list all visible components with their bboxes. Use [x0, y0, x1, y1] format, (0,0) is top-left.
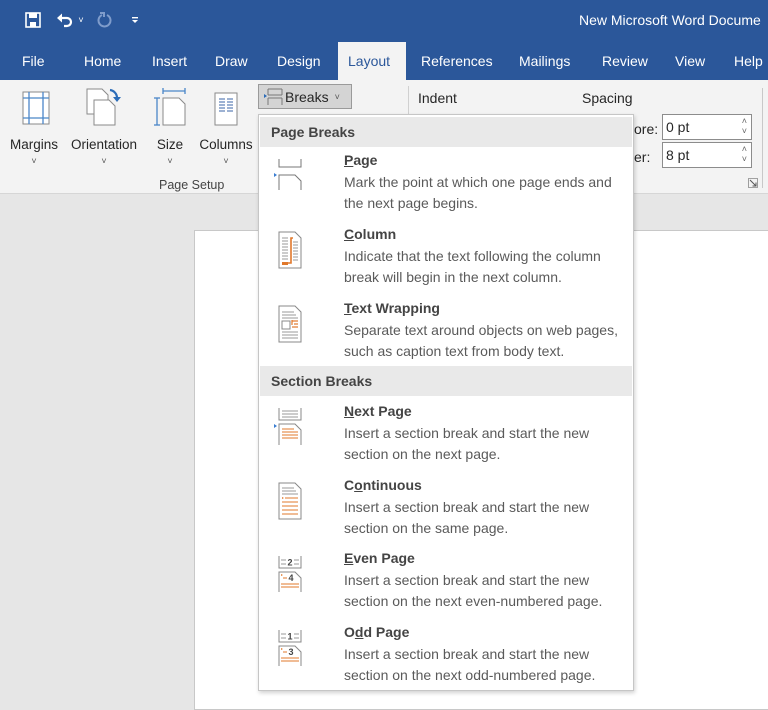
margins-button[interactable]: Margins ˅: [6, 86, 62, 171]
next-page-break-icon: [274, 408, 302, 445]
chevron-down-icon: ˅: [223, 156, 229, 166]
menu-item-even-page-break[interactable]: 2 4 Even Page Insert a section break and…: [260, 548, 632, 621]
menu-item-page-break[interactable]: Page Mark the point at which one page en…: [260, 150, 632, 223]
page-setup-group-label: Page Setup: [159, 178, 225, 192]
orientation-icon: [86, 88, 121, 126]
chevron-down-icon: ˅: [101, 156, 107, 166]
save-icon[interactable]: [22, 10, 44, 30]
tab-layout[interactable]: Layout: [338, 42, 406, 80]
columns-icon: [214, 92, 238, 126]
spin-arrows-icon[interactable]: ˄ ˅: [742, 116, 747, 136]
page-break-icon: [274, 159, 302, 190]
size-icon: [154, 88, 186, 126]
menu-item-title: Text Wrapping: [344, 300, 440, 316]
group-separator: [762, 88, 763, 188]
menu-item-column-break[interactable]: Column Indicate that the text following …: [260, 224, 632, 297]
spacing-before-input[interactable]: 0 pt ˄ ˅: [662, 114, 752, 140]
column-break-icon: [278, 231, 302, 269]
menu-item-description: Mark the point at which one page ends an…: [344, 174, 612, 211]
spacing-label: Spacing: [582, 90, 633, 106]
breaks-icon: [264, 88, 283, 105]
continuous-break-icon: [278, 482, 302, 520]
menu-item-description: Indicate that the text following the col…: [344, 248, 601, 285]
tab-home[interactable]: Home: [74, 42, 131, 80]
spacing-before-value: 0 pt: [666, 119, 690, 135]
even-page-break-icon: 2 4: [278, 556, 302, 592]
orientation-label: Orientation: [70, 137, 138, 152]
menu-item-next-page-break[interactable]: Next Page Insert a section break and sta…: [260, 401, 632, 474]
orientation-button[interactable]: Orientation ˅: [64, 86, 144, 171]
tab-references[interactable]: References: [411, 42, 503, 80]
menu-item-description: Insert a section break and start the new…: [344, 646, 596, 683]
menu-item-odd-page-break[interactable]: 1 3 Odd Page Insert a section break and …: [260, 622, 632, 695]
menu-item-text-wrapping-break[interactable]: Text Wrapping Separate text around objec…: [260, 298, 632, 371]
page-breaks-header: Page Breaks: [260, 117, 632, 147]
indent-label: Indent: [418, 90, 457, 106]
breaks-button[interactable]: Breaks ˅: [258, 84, 352, 109]
menu-item-description: Insert a section break and start the new…: [344, 499, 590, 536]
spin-arrows-icon[interactable]: ˄ ˅: [742, 144, 747, 164]
section-breaks-header: Section Breaks: [260, 366, 632, 396]
redo-icon: [94, 10, 116, 30]
tab-review[interactable]: Review: [592, 42, 658, 80]
margins-icon: [22, 91, 50, 125]
document-title: New Microsoft Word Docume: [579, 12, 761, 28]
tab-insert[interactable]: Insert: [142, 42, 197, 80]
chevron-down-icon: ˅: [334, 91, 340, 102]
margins-label: Margins: [9, 137, 58, 152]
menu-item-title: Even Page: [344, 550, 415, 566]
title-bar: ˅ New Microsoft Word Docume: [0, 0, 768, 42]
breaks-dropdown-menu: Page Breaks Page Mark the point at which…: [258, 114, 634, 691]
menu-item-description: Insert a section break and start the new…: [344, 572, 603, 609]
columns-label: Columns: [199, 137, 253, 152]
svg-text:4: 4: [288, 573, 293, 583]
quick-access-toolbar: ˅: [22, 10, 142, 30]
tab-help[interactable]: Help: [724, 42, 768, 80]
menu-item-title: Page: [344, 152, 378, 168]
customize-qat-icon[interactable]: [128, 10, 142, 30]
odd-page-break-icon: 1 3: [278, 630, 302, 666]
ribbon-tabs: File Home Insert Draw Design Layout Refe…: [0, 42, 768, 80]
menu-item-continuous-break[interactable]: Continuous Insert a section break and st…: [260, 475, 632, 548]
svg-text:3: 3: [288, 647, 293, 657]
spacing-before-label: ore:: [634, 121, 659, 137]
undo-icon[interactable]: [54, 10, 76, 30]
size-label: Size: [156, 137, 184, 152]
menu-item-title: Continuous: [344, 477, 422, 493]
chevron-down-icon: ˅: [167, 156, 173, 166]
spacing-after-input[interactable]: 8 pt ˄ ˅: [662, 142, 752, 168]
tab-draw[interactable]: Draw: [205, 42, 258, 80]
tab-file[interactable]: File: [12, 42, 55, 80]
menu-item-description: Separate text around objects on web page…: [344, 322, 618, 359]
chevron-down-icon: ˅: [31, 156, 37, 166]
undo-dropdown-icon[interactable]: ˅: [76, 10, 86, 30]
columns-button[interactable]: Columns ˅: [196, 86, 256, 171]
text-wrapping-break-icon: [278, 305, 302, 343]
menu-item-title: Odd Page: [344, 624, 410, 640]
menu-item-title: Column: [344, 226, 397, 242]
spacing-after-value: 8 pt: [666, 147, 690, 163]
tab-view[interactable]: View: [665, 42, 715, 80]
size-button[interactable]: Size ˅: [150, 86, 190, 171]
breaks-label: Breaks: [285, 88, 329, 105]
dialog-launcher-icon[interactable]: [748, 178, 758, 188]
tab-design[interactable]: Design: [267, 42, 331, 80]
menu-item-title: Next Page: [344, 403, 412, 419]
svg-text:1: 1: [287, 632, 292, 642]
svg-text:2: 2: [287, 558, 292, 568]
menu-item-description: Insert a section break and start the new…: [344, 425, 590, 462]
tab-mailings[interactable]: Mailings: [509, 42, 580, 80]
spacing-after-label: er:: [634, 149, 651, 165]
